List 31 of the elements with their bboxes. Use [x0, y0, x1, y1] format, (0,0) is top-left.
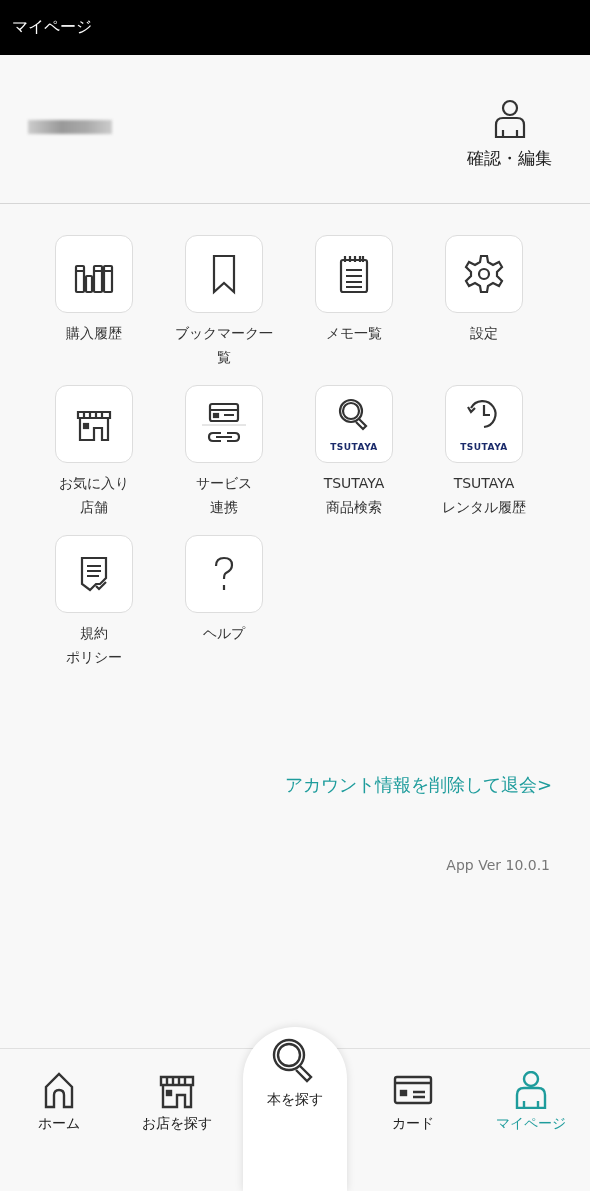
menu-label: 購入履歴 — [66, 324, 122, 343]
menu-label: TSUTAYA レンタル履歴 — [442, 474, 526, 517]
logo-text: TSUTAYA — [330, 442, 378, 452]
page-title: マイページ — [12, 17, 92, 38]
nav-tab[interactable]: 本を探す — [243, 1027, 347, 1191]
nav-tab[interactable]: お店を探す — [118, 1049, 236, 1191]
menu-label: TSUTAYA 商品検索 — [323, 474, 385, 517]
menu-item[interactable]: 購入履歴 — [29, 235, 159, 381]
menu-label: サービス 連携 — [196, 474, 252, 517]
menu-item[interactable]: TSUTAYA TSUTAYA レンタル履歴 — [419, 385, 549, 531]
nav-tab[interactable]: ホーム — [0, 1049, 118, 1191]
person-icon — [492, 98, 527, 139]
profile-edit-button[interactable]: 確認・編集 — [467, 98, 552, 170]
logo-text: TSUTAYA — [460, 442, 508, 452]
menu-item[interactable]: TSUTAYA TSUTAYA 商品検索 — [289, 385, 419, 531]
menu-label: ヘルプ — [203, 624, 245, 643]
menu-item[interactable]: 規約 ポリシー — [29, 535, 159, 681]
menu-item[interactable]: お気に入り 店舗 — [29, 385, 159, 531]
app-version: App Ver 10.0.1 — [446, 857, 550, 873]
menu-item[interactable]: ブックマーク一 覧 — [159, 235, 289, 381]
menu-label: 規約 ポリシー — [66, 624, 122, 667]
menu-label: 設定 — [470, 324, 498, 343]
menu-label: ブックマーク一 覧 — [175, 324, 273, 367]
menu-label: メモ一覧 — [326, 324, 382, 343]
nav-tab[interactable]: カード — [354, 1049, 472, 1191]
menu-item[interactable]: ヘルプ — [159, 535, 289, 681]
menu-item[interactable]: 設定 — [419, 235, 549, 381]
menu-item[interactable]: サービス 連携 — [159, 385, 289, 531]
menu-item[interactable]: メモ一覧 — [289, 235, 419, 381]
menu-label: お気に入り 店舗 — [59, 474, 129, 517]
settings-icon — [462, 252, 506, 296]
